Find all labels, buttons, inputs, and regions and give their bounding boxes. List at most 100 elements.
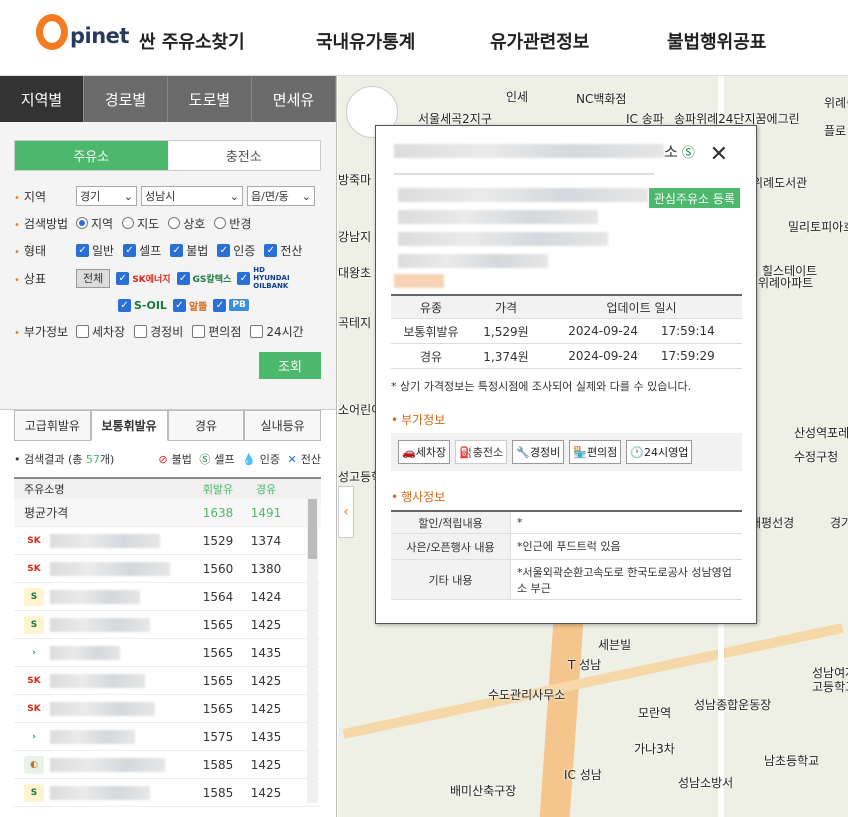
tab-diesel[interactable]: 경유 (167, 410, 245, 441)
result-count-value: 57 (85, 453, 100, 466)
scrollbar-thumb[interactable] (308, 499, 317, 559)
map-label: 세븐빌 (598, 638, 632, 652)
map-label: 성남종합운동장 (694, 698, 772, 712)
brand-sk-checkbox[interactable]: ✓ (116, 271, 130, 285)
sk-energy-logo: SK에너지 (132, 274, 171, 285)
price-updated: 2024-09-24 17:59:29 (541, 349, 742, 363)
type-self-checkbox[interactable]: ✓ 셀프 (123, 242, 161, 259)
close-icon[interactable]: ✕ (710, 142, 728, 167)
nav-cheap-station[interactable]: 싼 주유소찾기 (139, 28, 245, 54)
brand-logo-icon: › (24, 727, 44, 746)
tab-by-region[interactable]: 지역별 (0, 76, 84, 122)
check-icon: ✓ (123, 243, 137, 257)
table-row[interactable]: S 1585 1425 (14, 779, 321, 807)
type-general-checkbox[interactable]: ✓ 일반 (76, 242, 114, 259)
gas-station-toggle[interactable]: 주유소 (15, 141, 168, 170)
map-label: 밀리토피아호텔 (788, 220, 848, 234)
update-time: 17:59:14 (660, 324, 715, 338)
price-fuel: 경유 (419, 349, 443, 364)
station-name-redacted (50, 561, 170, 576)
radio-unchecked (122, 217, 135, 229)
legend-computerized: 전산 (300, 453, 321, 466)
extra-carwash-checkbox[interactable]: 세차장 (76, 323, 125, 340)
type-certified-checkbox[interactable]: ✓ 인증 (217, 242, 255, 259)
type-illegal-checkbox[interactable]: ✓ 불법 (170, 242, 208, 259)
road (342, 623, 844, 739)
charging-station-toggle[interactable]: 충전소 (167, 141, 320, 170)
city-select[interactable]: 성남시 ⌄ (141, 186, 243, 206)
table-row[interactable]: SK 1565 1425 (14, 667, 321, 695)
add-favorite-button[interactable]: 관심주유소 등록 (648, 188, 740, 208)
province-value: 경기 (80, 190, 101, 203)
average-row: 평균가격 1638 1491 (14, 499, 321, 527)
brand-hd-checkbox[interactable]: ✓ (237, 271, 251, 285)
method-region-radio[interactable]: 지역 (76, 215, 113, 232)
brand-pb-checkbox[interactable]: ✓ (213, 298, 227, 312)
station-name-redacted (50, 617, 150, 632)
type-label: 형태 (14, 242, 76, 259)
checkbox-empty (76, 324, 89, 338)
extra-info-title: 부가정보 (391, 411, 445, 428)
update-date: 2024-09-24 (568, 349, 638, 363)
divider (394, 173, 654, 175)
province-select[interactable]: 경기 ⌄ (76, 186, 137, 206)
type-computerized-checkbox[interactable]: ✓ 전산 (264, 242, 302, 259)
amenity-repair: 🔧 경정비 (512, 440, 565, 464)
gasoline-price: 1565 (202, 673, 234, 688)
diesel-price: 1425 (250, 673, 282, 688)
tab-regular-gasoline[interactable]: 보통휘발유 (90, 410, 168, 441)
collapse-panel-button[interactable]: ‹ (338, 486, 354, 538)
brand-all-button[interactable]: 전체 (76, 268, 111, 288)
station-name-redacted (50, 729, 135, 744)
price-header: 유종 가격 업데이트 일시 (391, 294, 742, 319)
district-select[interactable]: 읍/면/동 ⌄ (247, 186, 315, 206)
station-name-cell: S (14, 615, 194, 634)
table-row[interactable]: SK 1565 1425 (14, 695, 321, 723)
tab-premium-gasoline[interactable]: 고급휘발유 (14, 410, 91, 441)
method-name-radio[interactable]: 상호 (168, 215, 205, 232)
tab-kerosene[interactable]: 실내등유 (244, 410, 321, 441)
table-scrollbar[interactable] (307, 493, 318, 803)
table-row[interactable]: › 1565 1435 (14, 639, 321, 667)
map-label: 모란역 (638, 706, 672, 720)
diesel-price: 1435 (250, 645, 282, 660)
table-row[interactable]: SK 1529 1374 (14, 527, 321, 555)
method-map-radio[interactable]: 지도 (122, 215, 159, 232)
table-row[interactable]: ◐ 1585 1425 (14, 751, 321, 779)
extra-store-checkbox[interactable]: 편의점 (192, 323, 241, 340)
method-name-label: 상호 (183, 216, 206, 231)
gasoline-price: 1565 (202, 645, 234, 660)
station-name-cell: S (14, 587, 194, 606)
diesel-price: 1424 (250, 589, 282, 604)
extra-24h-checkbox[interactable]: 24시간 (250, 323, 304, 340)
brand-altteul-checkbox[interactable]: ✓ (172, 298, 186, 312)
gasoline-price: 1529 (202, 533, 234, 548)
tab-by-route[interactable]: 경로별 (84, 76, 168, 122)
method-radius-radio[interactable]: 반경 (214, 215, 251, 232)
extra-repair-label: 경정비 (150, 324, 184, 339)
extra-label: 부가정보 (14, 323, 76, 340)
col-diesel: 경유 (255, 483, 277, 496)
diesel-price: 1425 (250, 617, 282, 632)
opinet-logo[interactable]: pinet (36, 14, 129, 50)
table-row[interactable]: SK 1560 1380 (14, 555, 321, 583)
brand-soil-checkbox[interactable]: ✓ (118, 298, 131, 312)
map-label: 플로 (824, 124, 847, 138)
nav-price-info[interactable]: 유가관련정보 (490, 28, 589, 54)
table-row[interactable]: S 1564 1424 (14, 583, 321, 611)
gs-caltex-logo: GS칼텍스 (192, 274, 232, 285)
tab-tax-free[interactable]: 면세유 (252, 76, 336, 122)
amenities-bar: 🚗 세차장 ⛽ 충전소 🔧 경정비 🏪 편의점 🕐 24시영업 (391, 433, 742, 471)
check-icon: ✓ (264, 243, 278, 257)
brand-gs-checkbox[interactable]: ✓ (176, 271, 190, 285)
avg-label: 평균가격 (24, 506, 69, 520)
nav-domestic-price-stats[interactable]: 국내유가통계 (316, 28, 415, 54)
nav-illegal-disclosure[interactable]: 불법행위공표 (667, 28, 766, 54)
table-row[interactable]: S 1565 1425 (14, 611, 321, 639)
table-row[interactable]: › 1575 1435 (14, 723, 321, 751)
legend-certified: 인증 (259, 453, 281, 466)
col-gasoline: 휘발유 (202, 483, 234, 496)
search-button[interactable]: 조회 (259, 352, 321, 379)
tab-by-road[interactable]: 도로별 (168, 76, 252, 122)
extra-repair-checkbox[interactable]: 경정비 (134, 323, 183, 340)
